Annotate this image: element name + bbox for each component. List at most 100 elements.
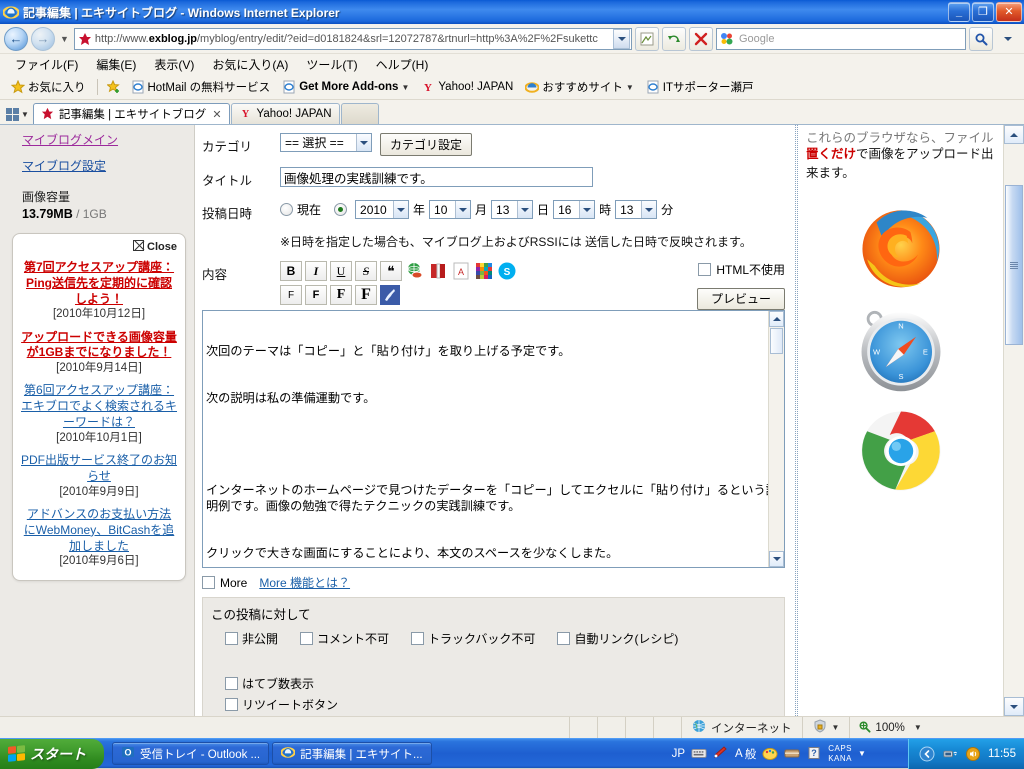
checkbox-private[interactable]: 非公開 (225, 630, 278, 647)
address-dropdown-chevron-down-icon[interactable] (613, 29, 630, 49)
checkbox-no-comment[interactable]: コメント不可 (300, 630, 389, 647)
quick-tabs-button[interactable]: ▼ (6, 108, 29, 121)
protected-mode[interactable]: ▼ (803, 717, 851, 738)
stop-x-icon[interactable] (689, 27, 713, 51)
font-size-small-icon[interactable]: F (305, 285, 327, 305)
menu-file[interactable]: ファイル(F) (6, 54, 87, 75)
content-textarea[interactable]: 次回のテーマは「コピー」と「貼り付け」を取り上げる予定です。 次の説明は私の準備… (202, 310, 785, 568)
html-disable-checkbox[interactable] (698, 263, 711, 276)
chevron-down-icon[interactable]: ▼ (21, 110, 29, 119)
ime-pen-icon[interactable] (713, 746, 729, 762)
recent-pages-chevron-down-icon[interactable]: ▼ (58, 34, 71, 44)
category-select[interactable]: == 選択 == (280, 133, 372, 152)
scrollbar-track[interactable] (769, 355, 784, 551)
japan-map-icon[interactable] (380, 285, 400, 305)
minimize-button[interactable]: _ (948, 2, 970, 22)
favorites-button[interactable]: お気に入り (6, 77, 91, 97)
color-palette-icon[interactable] (474, 261, 494, 281)
italic-icon[interactable]: I (305, 261, 327, 281)
volume-icon[interactable] (965, 746, 981, 762)
menu-favorites[interactable]: お気に入り(A) (203, 54, 297, 75)
system-clock[interactable]: 11:55 (988, 748, 1016, 760)
rss-feed-icon[interactable] (635, 27, 659, 51)
pdf-icon[interactable]: A (451, 261, 471, 281)
ime-chevron-down-icon[interactable]: ▼ (858, 749, 866, 758)
search-options-chevron-down-icon[interactable] (996, 27, 1020, 51)
ime-language-bar[interactable]: JP A 般 ? CAPS KANA ▼ (432, 744, 866, 762)
checkbox-hatena-count[interactable]: はてブ数表示 (225, 675, 314, 692)
checkbox-retweet-button[interactable]: リツイートボタン (225, 696, 338, 713)
start-button[interactable]: スタート (0, 739, 104, 769)
network-icon[interactable] (942, 746, 958, 762)
favorite-yahoo-japan[interactable]: Y Yahoo! JAPAN (416, 78, 518, 96)
scroll-down-arrow-icon[interactable] (769, 551, 784, 567)
news-link[interactable]: 第7回アクセスアップ講座：Ping送信先を定期的に確認しよう！ (24, 260, 174, 306)
scroll-up-arrow-icon[interactable] (769, 311, 784, 327)
favorite-get-more-addons[interactable]: Get More Add-ons ▼ (277, 78, 414, 96)
minute-select[interactable]: 13 (615, 200, 657, 219)
news-link[interactable]: PDF出版サービス終了のお知らせ (21, 453, 177, 483)
page-scrollbar[interactable] (1003, 125, 1024, 716)
back-arrow-icon[interactable]: ← (4, 27, 28, 51)
month-select[interactable]: 10 (429, 200, 471, 219)
page-scroll-up-arrow-icon[interactable] (1004, 125, 1024, 144)
page-scrollbar-track-bottom[interactable] (1004, 346, 1024, 697)
taskbar-item-outlook[interactable]: O 受信トレイ - Outlook ... (112, 742, 269, 765)
taskbar-item-ie[interactable]: 記事編集 | エキサイト... (272, 742, 431, 765)
refresh-icon[interactable] (662, 27, 686, 51)
page-scrollbar-thumb[interactable] (1005, 185, 1023, 345)
menu-edit[interactable]: 編集(E) (87, 54, 145, 75)
address-bar[interactable]: http://www.exblog.jp/myblog/entry/edit/?… (74, 28, 632, 50)
news-link[interactable]: アドバンスのお支払い方法にWebMoney、BitCashを追加しました (24, 507, 175, 553)
link-myblog-settings[interactable]: マイブログ設定 (22, 157, 184, 174)
security-zone[interactable]: インターネット (682, 717, 803, 738)
ime-palette-icon[interactable] (762, 746, 778, 762)
ime-help-icon[interactable]: ? (806, 746, 822, 762)
favorite-suggested-sites[interactable]: おすすめサイト ▼ (520, 77, 638, 97)
link-globe-icon[interactable] (405, 261, 425, 281)
close-button[interactable]: ✕ (996, 2, 1022, 22)
radio-specified[interactable] (334, 203, 347, 216)
favorite-hotmail[interactable]: HotMail の無料サービス (126, 77, 276, 97)
category-settings-button[interactable]: カテゴリ設定 (380, 133, 472, 156)
favorite-it-supporter-seto[interactable]: ITサポーター瀬戸 (641, 77, 759, 97)
hour-select[interactable]: 16 (553, 200, 595, 219)
skype-icon[interactable]: S (497, 261, 517, 281)
preview-button[interactable]: プレビュー (697, 288, 785, 310)
checkbox-auto-link-recipe[interactable]: 自動リンク(レシピ) (557, 630, 678, 647)
menu-tools[interactable]: ツール(T) (297, 54, 366, 75)
scrollbar-thumb[interactable] (770, 328, 783, 354)
news-close-button[interactable]: Close (21, 240, 177, 253)
news-link[interactable]: 第6回アクセスアップ講座：エキブロでよく検索されるキーワードは？ (21, 383, 177, 429)
menu-view[interactable]: 表示(V) (145, 54, 203, 75)
link-myblog-main[interactable]: マイブログメイン (22, 131, 184, 148)
radio-now[interactable] (280, 203, 293, 216)
tab-article-edit[interactable]: 記事編集 | エキサイトブログ ✕ (33, 103, 230, 124)
add-to-favorites-icon[interactable] (107, 80, 121, 94)
keyboard-icon[interactable] (691, 746, 707, 762)
chevron-down-icon[interactable]: ▼ (626, 83, 634, 92)
bold-icon[interactable]: B (280, 261, 302, 281)
font-size-smallest-icon[interactable]: F (280, 285, 302, 305)
textarea-scrollbar[interactable] (768, 311, 784, 567)
ime-input-mode[interactable]: A 般 (735, 746, 756, 762)
news-link[interactable]: アップロードできる画像容量が1GBまでになりました！ (21, 330, 177, 360)
book-icon[interactable] (428, 261, 448, 281)
checkbox-no-trackback[interactable]: トラックバック不可 (411, 630, 535, 647)
ime-lock-indicators[interactable]: CAPS KANA (828, 744, 852, 762)
page-scrollbar-track-top[interactable] (1004, 144, 1024, 184)
search-magnifier-icon[interactable] (969, 27, 993, 51)
font-size-largest-icon[interactable]: F (355, 285, 377, 305)
search-input[interactable]: Google (716, 28, 966, 50)
more-checkbox[interactable] (202, 576, 215, 589)
new-tab-button[interactable] (341, 103, 379, 124)
font-size-large-icon[interactable]: F (330, 285, 352, 305)
tab-yahoo-japan[interactable]: Y Yahoo! JAPAN (231, 103, 340, 124)
menu-help[interactable]: ヘルプ(H) (367, 54, 438, 75)
chevron-down-icon[interactable]: ▼ (401, 83, 409, 92)
forward-arrow-icon[interactable]: → (31, 27, 55, 51)
year-select[interactable]: 2010 (355, 200, 409, 219)
ime-tool-icon[interactable] (784, 746, 800, 762)
maximize-button[interactable]: ❐ (972, 2, 994, 22)
tab-close-icon[interactable]: ✕ (212, 108, 221, 121)
